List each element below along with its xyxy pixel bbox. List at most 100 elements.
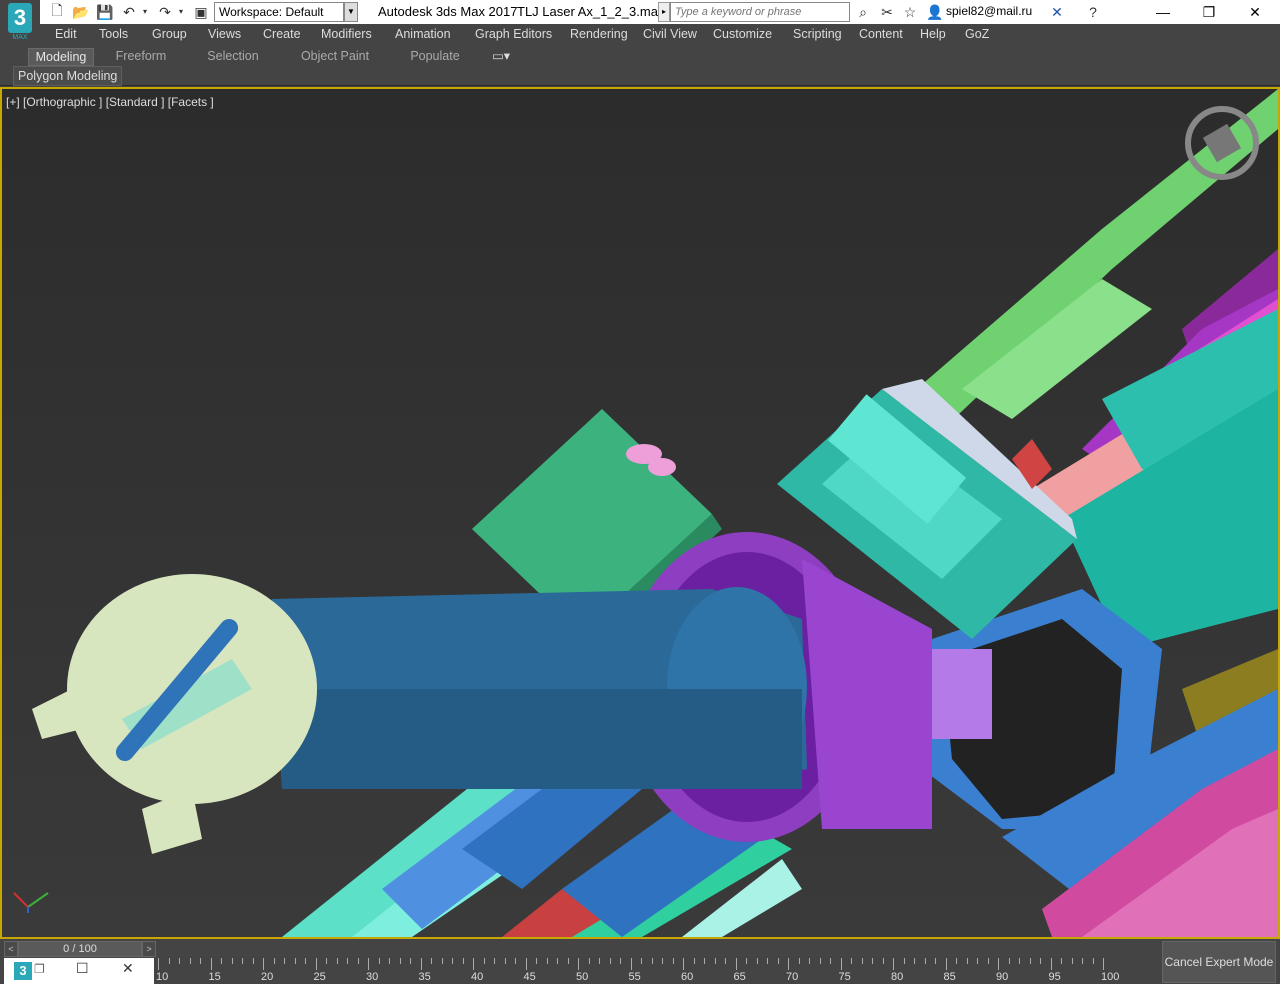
viewport-label[interactable]: [+] [Orthographic ] [Standard ] [Facets … (6, 95, 214, 109)
time-prev-icon[interactable]: < (4, 941, 18, 957)
redo-dropdown-icon[interactable]: ▾ (179, 6, 187, 18)
app-menu-button[interactable]: 3 MAX (0, 0, 40, 44)
menu-modifiers[interactable]: Modifiers (321, 27, 372, 41)
ruler-tick (273, 958, 275, 964)
ruler-tick (231, 958, 233, 964)
ruler-tick (714, 958, 716, 964)
ruler-tick (1092, 958, 1094, 964)
ruler-tick (809, 958, 810, 964)
tab-populate[interactable]: Populate (402, 48, 468, 66)
maximize-mini-icon[interactable]: ☐ (76, 960, 89, 977)
user-account[interactable]: spiel82@mail.ru (946, 4, 1032, 18)
autodesk-x-icon[interactable]: ✕ (1047, 3, 1067, 21)
viewport-orthographic[interactable]: [+] [Orthographic ] [Standard ] [Facets … (0, 87, 1280, 939)
menu-content[interactable]: Content (859, 27, 903, 41)
close-mini-icon[interactable]: ✕ (122, 960, 134, 977)
ruler-tick (882, 958, 884, 964)
ruler-tick (662, 958, 663, 964)
minimize-button[interactable]: — (1140, 0, 1186, 24)
menu-scripting[interactable]: Scripting (793, 27, 842, 41)
ribbon-panel: Polygon Modeling (0, 66, 1280, 86)
time-slider[interactable]: 0 / 100 (18, 941, 142, 957)
new-file-icon[interactable]: 🗋 (48, 2, 66, 21)
ruler-tick (725, 958, 726, 964)
menu-rendering[interactable]: Rendering (570, 27, 628, 41)
menu-animation[interactable]: Animation (395, 27, 451, 41)
menu-tools[interactable]: Tools (99, 27, 128, 41)
favorites-icon[interactable]: ☆ (900, 3, 920, 21)
menu-create[interactable]: Create (263, 27, 301, 41)
ruler-tick (872, 958, 873, 964)
ruler-tick (567, 958, 569, 964)
search-expand-icon[interactable]: ▸ (658, 2, 670, 22)
ruler-tick (494, 958, 495, 964)
timeline-ruler[interactable]: 10 15 20 25 30 35 40 45 50 55 60 65 70 75 80 85 90 95 100 (154, 958, 1160, 984)
tab-freeform[interactable]: Freeform (108, 48, 174, 66)
ruler-tick (305, 958, 306, 964)
ruler-tick (914, 958, 915, 964)
menu-help[interactable]: Help (920, 27, 946, 41)
ruler-tick-label: 30 (366, 971, 379, 983)
tab-modeling[interactable]: Modeling (28, 48, 94, 66)
tab-selection[interactable]: Selection (200, 48, 266, 66)
menu-edit[interactable]: Edit (55, 27, 77, 41)
ruler-tick (420, 958, 422, 970)
ruler-tick (504, 958, 506, 964)
ruler-tick (1040, 958, 1041, 964)
blue-tube-shade (282, 689, 802, 789)
cancel-expert-mode-button[interactable]: Cancel Expert Mode (1162, 941, 1276, 983)
menu-civil-view[interactable]: Civil View (643, 27, 697, 41)
user-icon[interactable]: 👤 (925, 3, 945, 21)
ruler-tick (1061, 958, 1062, 964)
workspace-dropdown-icon[interactable]: ▼ (344, 2, 358, 22)
tab-object-paint[interactable]: Object Paint (294, 48, 376, 66)
ruler-tick (336, 958, 338, 964)
app-title: Autodesk 3ds Max 2017 (378, 4, 518, 19)
redo-icon[interactable]: ↷ (156, 3, 174, 21)
purple-collar (802, 559, 932, 829)
menu-goz[interactable]: GoZ (965, 27, 989, 41)
ruler-tick (893, 958, 894, 970)
ruler-tick (179, 958, 180, 964)
help-icon[interactable]: ? (1083, 3, 1103, 21)
ruler-tick (851, 958, 852, 964)
ruler-tick-label: 40 (471, 971, 484, 983)
ruler-tick-label: 20 (261, 971, 274, 983)
pink-knob-2 (648, 458, 676, 476)
time-next-icon[interactable]: > (142, 941, 156, 957)
communication-center-icon[interactable]: ✂ (877, 3, 897, 21)
project-folder-icon[interactable]: ▣ (192, 3, 210, 21)
ruler-tick (683, 958, 684, 970)
undo-icon[interactable]: ↶ (120, 3, 138, 21)
ruler-tick (368, 958, 369, 970)
ruler-tick (599, 958, 600, 964)
ruler-tick (630, 958, 632, 970)
maximize-button[interactable]: ❐ (1186, 0, 1232, 24)
ruler-tick-label: 55 (628, 971, 641, 983)
ruler-tick (830, 958, 831, 964)
ruler-tick (389, 958, 390, 964)
search-input[interactable] (670, 2, 850, 22)
ruler-tick (1029, 958, 1031, 964)
ruler-tick (263, 958, 264, 970)
binoculars-icon[interactable]: ⌕ (853, 3, 873, 21)
ruler-tick (326, 958, 327, 964)
restore-mini-icon[interactable]: ❐ (34, 962, 45, 976)
menu-graph-editors[interactable]: Graph Editors (475, 27, 552, 41)
workspace-selector[interactable]: Workspace: Default (214, 2, 344, 22)
menu-views[interactable]: Views (208, 27, 241, 41)
ruler-tick (609, 958, 611, 964)
ribbon-options-icon[interactable]: ▭▾ (486, 48, 516, 66)
ruler-tick (410, 958, 411, 964)
open-file-icon[interactable]: 📂 (72, 3, 90, 21)
viewcube-icon[interactable] (1182, 103, 1262, 183)
save-icon[interactable]: 💾 (96, 3, 114, 21)
ruler-tick (347, 958, 348, 964)
ruler-tick (578, 958, 579, 970)
menu-customize[interactable]: Customize (713, 27, 772, 41)
ruler-tick (525, 958, 527, 970)
polygon-modeling-panel[interactable]: Polygon Modeling (13, 66, 123, 86)
undo-dropdown-icon[interactable]: ▾ (143, 6, 151, 18)
menu-group[interactable]: Group (152, 27, 187, 41)
close-button[interactable]: ✕ (1232, 0, 1278, 24)
